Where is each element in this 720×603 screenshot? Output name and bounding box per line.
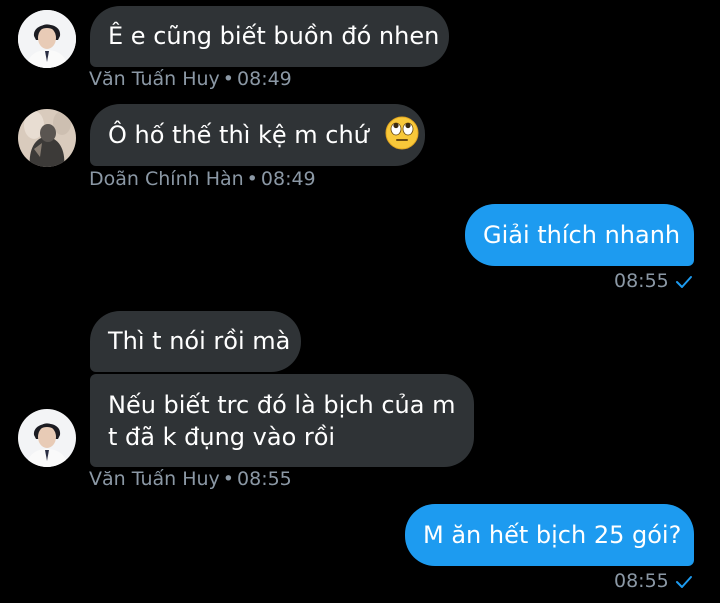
avatar-image xyxy=(18,409,76,467)
sender-name[interactable]: Doãn Chính Hàn xyxy=(89,168,244,190)
message-meta: Doãn Chính Hàn • 08:49 xyxy=(89,168,316,190)
avatar-van-tuan-huy[interactable] xyxy=(18,10,76,68)
read-check-icon xyxy=(675,275,692,288)
message-meta: Văn Tuấn Huy • 08:49 xyxy=(89,68,292,90)
message-text: Giải thích nhanh xyxy=(483,221,681,249)
message-bubble[interactable]: Giải thích nhanh xyxy=(465,204,694,266)
message-time: 08:55 xyxy=(237,468,292,490)
message-text-line: t đã k đụng vào rồi xyxy=(108,423,336,451)
message-meta: Văn Tuấn Huy • 08:55 xyxy=(89,468,292,490)
meta-separator: • xyxy=(222,68,235,90)
message-meta: 08:55 xyxy=(614,570,693,592)
message-meta: 08:55 xyxy=(614,270,693,292)
meta-separator: • xyxy=(222,468,235,490)
meta-separator: • xyxy=(246,168,258,190)
message-time: 08:49 xyxy=(260,168,316,190)
message-time: 08:49 xyxy=(237,68,292,90)
message-bubble[interactable]: M ăn hết bịch 25 gói? xyxy=(405,504,694,566)
avatar-image xyxy=(18,10,76,68)
avatar-image xyxy=(18,109,76,167)
message-time: 08:55 xyxy=(614,270,669,292)
message-time: 08:55 xyxy=(614,570,669,592)
message-text: M ăn hết bịch 25 gói? xyxy=(423,521,682,549)
sender-name[interactable]: Văn Tuấn Huy xyxy=(89,468,220,490)
message-bubble[interactable]: Thì t nói rồi mà xyxy=(90,311,301,372)
sender-name[interactable]: Văn Tuấn Huy xyxy=(89,68,220,90)
message-text: Thì t nói rồi mà xyxy=(108,327,291,355)
read-check-icon xyxy=(675,575,692,588)
message-bubble[interactable]: Ê e cũng biết buồn đó nhen xyxy=(90,6,449,67)
message-bubble[interactable]: Nếu biết trc đó là bịch của m t đã k đụn… xyxy=(90,374,474,467)
message-text: Ô hố thế thì kệ m chứ xyxy=(108,121,369,149)
message-text-line: Nếu biết trc đó là bịch của m xyxy=(108,391,456,419)
face-with-rolling-eyes-icon xyxy=(385,116,419,150)
message-text: Ê e cũng biết buồn đó nhen xyxy=(108,22,440,50)
avatar-doan-chinh-han[interactable] xyxy=(18,109,76,167)
avatar-van-tuan-huy[interactable] xyxy=(18,409,76,467)
message-bubble[interactable]: Ô hố thế thì kệ m chứ xyxy=(90,104,425,166)
